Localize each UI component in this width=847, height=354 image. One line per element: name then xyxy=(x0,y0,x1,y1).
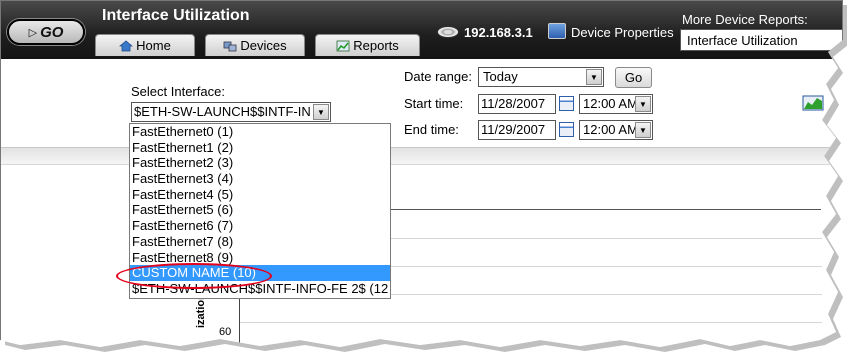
tab-reports-label: Reports xyxy=(353,38,399,53)
go-button-label: GO xyxy=(40,23,64,41)
list-item[interactable]: FastEthernet4 (5) xyxy=(130,187,390,203)
go-button-date-range[interactable]: Go xyxy=(615,67,652,88)
chevron-down-icon[interactable]: ▼ xyxy=(635,96,651,112)
y-axis-tick: 60 xyxy=(219,326,232,338)
header-bar: ▷ GO Interface Utilization Home Devices … xyxy=(1,1,842,59)
start-time-select[interactable]: 12:00 AM ▼ xyxy=(579,94,653,114)
tab-reports[interactable]: Reports xyxy=(315,34,420,56)
tab-home[interactable]: Home xyxy=(95,34,195,56)
main-content: Select Interface: $ETH-SW-LAUNCH$$INTF-I… xyxy=(1,59,842,347)
tab-devices[interactable]: Devices xyxy=(205,34,305,56)
gridline xyxy=(240,322,822,323)
toolbar-strip xyxy=(1,147,842,165)
calendar-icon[interactable] xyxy=(559,96,574,111)
reports-icon xyxy=(336,40,350,51)
end-time-label: End time: xyxy=(404,122,459,137)
play-arrow-icon: ▷ xyxy=(28,26,38,39)
end-time-value: 12:00 AM xyxy=(583,122,638,137)
devices-icon xyxy=(223,41,237,51)
app-title: Interface Utilization xyxy=(102,7,250,24)
interface-select-value: $ETH-SW-LAUNCH$$INTF-IN xyxy=(134,104,311,119)
chart-export-icon[interactable] xyxy=(802,93,824,111)
go-button[interactable]: ▷ GO xyxy=(7,19,85,45)
list-item[interactable]: FastEthernet5 (6) xyxy=(130,202,390,218)
start-time-value: 12:00 AM xyxy=(583,96,638,111)
more-reports-select[interactable]: Interface Utilization xyxy=(680,29,842,51)
date-range-value: Today xyxy=(483,69,518,84)
end-time-select[interactable]: 12:00 AM ▼ xyxy=(579,120,653,140)
list-item[interactable]: FastEthernet2 (3) xyxy=(130,155,390,171)
list-item[interactable]: FastEthernet0 (1) xyxy=(130,124,390,140)
list-item[interactable]: FastEthernet6 (7) xyxy=(130,218,390,234)
chevron-down-icon[interactable]: ▼ xyxy=(313,104,329,120)
list-item[interactable]: FastEthernet7 (8) xyxy=(130,234,390,250)
screenshot-frame: ▷ GO Interface Utilization Home Devices … xyxy=(0,0,843,347)
tab-devices-label: Devices xyxy=(240,38,287,53)
device-ip-address: 192.168.3.1 xyxy=(464,25,533,40)
list-item[interactable]: FastEthernet3 (4) xyxy=(130,171,390,187)
select-interface-label: Select Interface: xyxy=(131,84,225,99)
annotation-circle xyxy=(116,263,272,289)
home-icon xyxy=(119,39,134,51)
start-time-label: Start time: xyxy=(404,96,464,111)
date-range-label: Date range: xyxy=(404,69,472,84)
start-date-field[interactable]: 11/28/2007 xyxy=(478,94,556,114)
chevron-down-icon[interactable]: ▼ xyxy=(586,69,602,85)
chevron-down-icon[interactable]: ▼ xyxy=(635,122,651,138)
tab-home-label: Home xyxy=(136,38,171,53)
date-range-select[interactable]: Today ▼ xyxy=(478,67,604,87)
end-date-field[interactable]: 11/29/2007 xyxy=(478,120,556,140)
interface-select[interactable]: $ETH-SW-LAUNCH$$INTF-IN ▼ xyxy=(131,102,331,122)
device-properties-link[interactable]: Device Properties xyxy=(571,25,674,40)
calendar-icon[interactable] xyxy=(559,122,574,137)
network-device-icon xyxy=(437,26,459,38)
more-reports-label: More Device Reports: xyxy=(682,12,808,27)
list-item[interactable]: FastEthernet1 (2) xyxy=(130,140,390,156)
device-properties-icon[interactable] xyxy=(548,23,566,39)
